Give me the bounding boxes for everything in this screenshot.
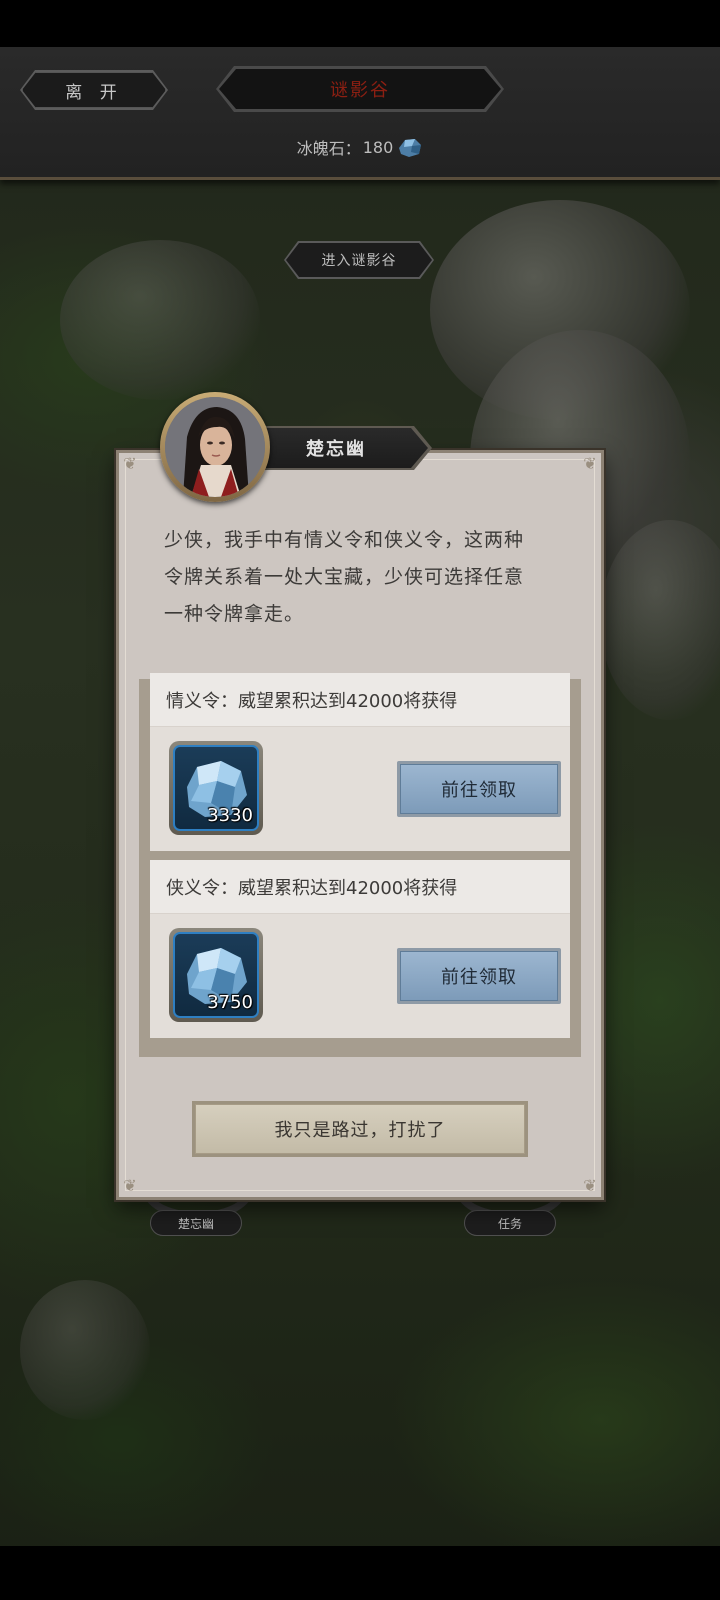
reward-body: 3750 前往领取	[150, 914, 570, 1038]
npc-name: 楚忘幽	[256, 428, 428, 468]
reward-requirement: 侠义令：威望累积达到42000将获得	[150, 860, 570, 914]
reward-card: 情义令：威望累积达到42000将获得 3330 前往领取	[150, 673, 570, 851]
npc-speech: 少侠，我手中有情义令和侠义令，这两种 令牌关系着一处大宝藏，少侠可选择任意 一种…	[164, 522, 564, 633]
claim-button-label: 前往领取	[400, 951, 558, 1001]
npc-avatar	[165, 397, 265, 497]
reward-body: 3330 前往领取	[150, 727, 570, 851]
reward-list: 情义令：威望累积达到42000将获得 3330 前往领取 侠义令：威望累积达到4…	[139, 673, 581, 1057]
reward-requirement: 情义令：威望累积达到42000将获得	[150, 673, 570, 727]
reward-item-slot[interactable]: 3750	[169, 928, 263, 1022]
claim-button[interactable]: 前往领取	[397, 761, 561, 817]
location-title: 谜影谷	[219, 69, 501, 109]
speech-line: 令牌关系着一处大宝藏，少侠可选择任意	[164, 566, 525, 588]
reward-card: 侠义令：威望累积达到42000将获得 3750 前往领取	[150, 860, 570, 1038]
corner-ornament-icon: ❦	[583, 1176, 597, 1195]
claim-button-label: 前往领取	[400, 764, 558, 814]
corner-ornament-icon: ❦	[123, 1176, 137, 1195]
currency-value: 180	[362, 137, 394, 157]
speech-line: 一种令牌拿走。	[164, 603, 305, 625]
top-bar: 离 开 谜影谷 冰魄石： 180	[0, 47, 720, 180]
currency-display: 冰魄石： 180	[0, 133, 720, 161]
quest-map-label[interactable]: 任务	[464, 1210, 556, 1236]
decline-button-label: 我只是路过，打扰了	[195, 1104, 525, 1154]
currency-label: 冰魄石：	[296, 139, 361, 158]
leave-button[interactable]: 离 开	[22, 72, 166, 108]
corner-ornament-icon: ❦	[583, 454, 597, 473]
status-bar	[0, 0, 720, 47]
reward-item-count: 3330	[207, 805, 253, 826]
navigation-bar	[0, 1546, 720, 1600]
claim-button[interactable]: 前往领取	[397, 948, 561, 1004]
reward-item-slot[interactable]: 3330	[169, 741, 263, 835]
npc-map-label[interactable]: 楚忘幽	[150, 1210, 242, 1236]
corner-ornament-icon: ❦	[123, 454, 137, 473]
speech-line: 少侠，我手中有情义令和侠义令，这两种	[164, 529, 525, 551]
reward-item-count: 3750	[207, 992, 253, 1013]
ice-stone-icon	[399, 139, 422, 157]
enter-valley-button[interactable]: 进入谜影谷	[286, 243, 432, 277]
decline-button[interactable]: 我只是路过，打扰了	[192, 1101, 528, 1157]
